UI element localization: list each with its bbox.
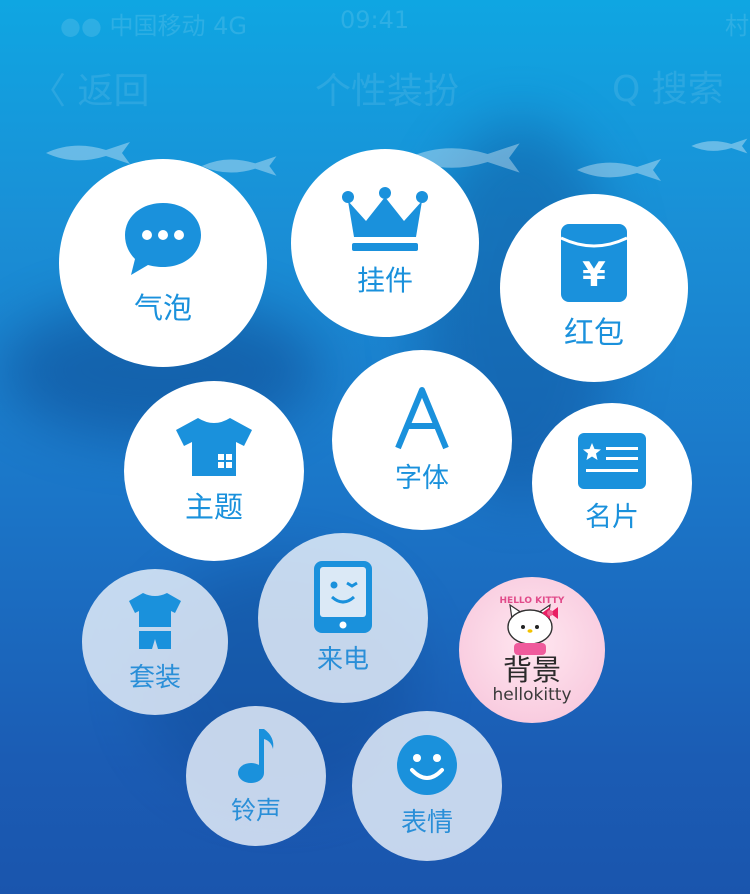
bubble-label: 字体 [395, 462, 449, 494]
bubble-theme[interactable]: 主题 [124, 381, 304, 561]
svg-text:¥: ¥ [582, 255, 606, 295]
bubble-label: 名片 [585, 501, 639, 533]
bubble-sublabel: hellokitty [492, 685, 572, 705]
back-button[interactable]: 〈 返回 [30, 62, 149, 114]
fish-decoration [691, 138, 748, 154]
search-button[interactable]: Q 搜索 [612, 60, 724, 112]
bubble-ringtone[interactable]: 铃声 [186, 706, 326, 846]
chat-bubble-icon [125, 203, 201, 275]
bubble-label: 来电 [316, 644, 369, 675]
bubble-caller[interactable]: 来电 [258, 533, 428, 703]
status-right: 村 [725, 12, 749, 40]
bubble-label: 铃声 [230, 796, 281, 825]
status-time: 09:41 [340, 6, 410, 34]
bubble-label: 挂件 [356, 264, 413, 297]
bubble-label: 气泡 [133, 291, 192, 325]
bubble-background-hellokitty[interactable]: HELLO KITTY 背景 hellokitty [459, 577, 605, 723]
card-icon [578, 432, 646, 489]
personalization-screen: ●● 中国移动 4G 09:41 村 〈 返回 个性装扮 Q 搜索 气泡 挂件 … [0, 0, 750, 894]
music-note-icon [238, 729, 274, 783]
bubble-outfit[interactable]: 套装 [82, 569, 228, 715]
carrier-label: ●● 中国移动 4G [60, 12, 248, 40]
fish-decoration [46, 142, 130, 164]
nav-bar: 〈 返回 个性装扮 Q 搜索 [0, 56, 750, 114]
bubble-label: 主题 [184, 490, 243, 524]
letter-a-icon [395, 386, 449, 449]
bubble-label: 红包 [564, 316, 624, 351]
bubble-card[interactable]: 名片 [532, 403, 692, 563]
page-title: 个性装扮 [315, 71, 460, 112]
crown-icon [342, 187, 428, 251]
red-envelope-icon: ¥ [561, 224, 627, 302]
bubble-emoji[interactable]: 表情 [352, 711, 502, 861]
tshirt-icon [176, 418, 252, 476]
bubble-label: 套装 [128, 662, 181, 693]
fish-decoration [577, 159, 661, 181]
phone-smile-icon [314, 560, 372, 633]
hello-kitty-icon: HELLO KITTY [500, 596, 565, 655]
bubble-pendant[interactable]: 挂件 [291, 149, 479, 337]
outfit-icon [129, 592, 181, 649]
bubble-font[interactable]: 字体 [332, 350, 512, 530]
status-bar: ●● 中国移动 4G 09:41 村 [0, 0, 750, 44]
bubble-label: 背景 [502, 653, 561, 687]
smiley-icon [397, 734, 457, 795]
bubble-red-envelope[interactable]: ¥ 红包 [500, 194, 688, 382]
bubble-label: 表情 [400, 807, 453, 838]
bubble-chat-bubble[interactable]: 气泡 [59, 159, 267, 367]
